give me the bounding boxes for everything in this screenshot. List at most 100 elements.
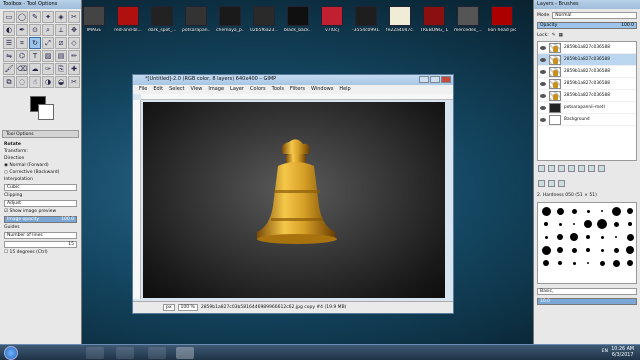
spacing-slider[interactable]: 10.0: [537, 297, 637, 305]
brush-swatch[interactable]: [596, 244, 608, 256]
brush-swatch[interactable]: [624, 257, 636, 269]
visibility-eye-icon[interactable]: [540, 93, 546, 98]
start-button[interactable]: [4, 346, 18, 360]
ink-tool-icon[interactable]: ✑: [42, 63, 54, 75]
desktop-icon[interactable]: TREBONG_ DESIGN2: [420, 6, 448, 40]
brush-swatch[interactable]: [568, 218, 580, 230]
desktop-icon[interactable]: red-and-bl...: [114, 6, 142, 40]
visibility-eye-icon[interactable]: [540, 105, 546, 110]
scissors-2-tool-icon[interactable]: ✂: [68, 76, 80, 88]
blend-tool-icon[interactable]: ▤: [55, 50, 67, 62]
new-layer-icon[interactable]: [538, 165, 545, 172]
layer-row[interactable]: Background: [538, 114, 636, 126]
brush-swatch[interactable]: [610, 257, 622, 269]
dodge-burn-tool-icon[interactable]: ◒: [55, 76, 67, 88]
menu-edit[interactable]: Edit: [153, 86, 163, 93]
move-tool-icon[interactable]: ✥: [68, 24, 80, 36]
brush-swatch[interactable]: [582, 205, 594, 217]
clock[interactable]: 10:26 AM 6/3/2017: [611, 347, 634, 359]
visibility-eye-icon[interactable]: [540, 117, 546, 122]
visibility-eye-icon[interactable]: [540, 57, 546, 62]
rect-select-tool-icon[interactable]: ▭: [3, 11, 15, 23]
brush-swatch[interactable]: [540, 218, 552, 230]
degrees-checkbox[interactable]: ☐ 15 degrees (Ctrl): [4, 250, 77, 255]
anchor-layer-icon[interactable]: [588, 165, 595, 172]
zoom-select[interactable]: 100 %: [177, 304, 198, 311]
guides-select[interactable]: Number of lines: [4, 232, 77, 239]
layer-row[interactable]: 2859b1a827c036588: [538, 66, 636, 78]
brush-swatch[interactable]: [554, 257, 566, 269]
menu-filters[interactable]: Filters: [290, 86, 305, 93]
background-color-swatch[interactable]: [38, 104, 54, 120]
menu-layer[interactable]: Layer: [230, 86, 244, 93]
blur-tool-icon[interactable]: ◌: [16, 76, 28, 88]
brush-swatch[interactable]: [596, 205, 608, 217]
cage-tool-icon[interactable]: ⌬: [16, 50, 28, 62]
desktop-icon[interactable]: -3554c0991...: [352, 6, 380, 40]
brush-tag-input[interactable]: Basic,: [537, 287, 637, 295]
brush-swatch[interactable]: [554, 205, 566, 217]
image-canvas[interactable]: [143, 102, 445, 298]
pencil-tool-icon[interactable]: ✏: [68, 50, 80, 62]
bucket-fill-tool-icon[interactable]: ▨: [42, 50, 54, 62]
desktop-icon[interactable]: IMAGE: [80, 6, 108, 40]
gradients-tab-icon[interactable]: [558, 180, 565, 187]
menu-colors[interactable]: Colors: [250, 86, 266, 93]
layer-row[interactable]: 2859b1a827c036588: [538, 42, 636, 54]
scissors-tool-icon[interactable]: ✂: [68, 11, 80, 23]
brush-swatch[interactable]: [596, 257, 608, 269]
menu-help[interactable]: Help: [339, 86, 350, 93]
maximize-button[interactable]: [430, 76, 440, 83]
desktop-icon[interactable]: black_back...: [284, 6, 312, 40]
brush-swatch[interactable]: [610, 231, 622, 243]
desktop-icon[interactable]: 02b5f6a23...: [250, 6, 278, 40]
language-indicator[interactable]: EN: [602, 349, 608, 354]
fuzzy-select-tool-icon[interactable]: ✦: [42, 11, 54, 23]
heal-tool-icon[interactable]: ✚: [68, 63, 80, 75]
dodge-tool-icon[interactable]: ◑: [42, 76, 54, 88]
brush-swatch[interactable]: [582, 218, 594, 230]
brush-swatch[interactable]: [624, 231, 636, 243]
smudge-tool-icon[interactable]: ☝: [29, 76, 41, 88]
measure-tool-icon[interactable]: ⟂: [55, 24, 67, 36]
layer-row[interactable]: 2859b1a827c036588: [538, 90, 636, 102]
opacity-slider[interactable]: Opacity 100.0: [537, 21, 637, 29]
lock-pixels-icon[interactable]: ✎: [552, 33, 556, 38]
paintbrush-tool-icon[interactable]: 🖌: [3, 63, 15, 75]
lock-alpha-icon[interactable]: ▦: [559, 33, 563, 38]
interpolation-select[interactable]: Cubic: [4, 184, 77, 191]
taskbar-vlc-icon[interactable]: [148, 347, 166, 359]
rotate-tool-icon[interactable]: ↻: [29, 37, 41, 49]
close-button[interactable]: [441, 76, 451, 83]
desktop-icon[interactable]: fe22a4047c...: [386, 6, 414, 40]
perspective-tool-icon[interactable]: ◇: [68, 37, 80, 49]
scale-tool-icon[interactable]: ⤢: [42, 37, 54, 49]
desktop-icon[interactable]: v7lUcj: [318, 6, 346, 40]
duplicate-layer-icon[interactable]: [578, 165, 585, 172]
desktop-icon[interactable]: chemaya_p...: [216, 6, 244, 40]
desktop-icon[interactable]: lion head pictures 3: [488, 6, 516, 40]
lower-layer-icon[interactable]: [568, 165, 575, 172]
shear-tool-icon[interactable]: ⧄: [55, 37, 67, 49]
brush-swatch[interactable]: [568, 257, 580, 269]
layer-row[interactable]: 2859b1a827c036588: [538, 54, 636, 66]
brush-swatch[interactable]: [582, 231, 594, 243]
brush-swatch[interactable]: [582, 257, 594, 269]
brush-swatch[interactable]: [596, 231, 608, 243]
menu-select[interactable]: Select: [169, 86, 184, 93]
desktop-icon[interactable]: potsarapan...: [182, 6, 210, 40]
direction-normal-radio[interactable]: ◉ Normal (Forward): [4, 163, 77, 168]
brush-swatch[interactable]: [568, 231, 580, 243]
new-group-icon[interactable]: [548, 165, 555, 172]
delete-layer-icon[interactable]: [598, 165, 605, 172]
brush-swatch[interactable]: [624, 218, 636, 230]
zoom-tool-icon[interactable]: ⌕: [42, 24, 54, 36]
brush-swatch[interactable]: [624, 205, 636, 217]
taskbar-gimp-icon[interactable]: [176, 347, 194, 359]
patterns-tab-icon[interactable]: [548, 180, 555, 187]
flip-tool-icon[interactable]: ⇋: [3, 50, 15, 62]
menu-tools[interactable]: Tools: [272, 86, 284, 93]
airbrush-tool-icon[interactable]: ☁: [29, 63, 41, 75]
brush-swatch[interactable]: [596, 218, 608, 230]
brush-swatch[interactable]: [540, 257, 552, 269]
